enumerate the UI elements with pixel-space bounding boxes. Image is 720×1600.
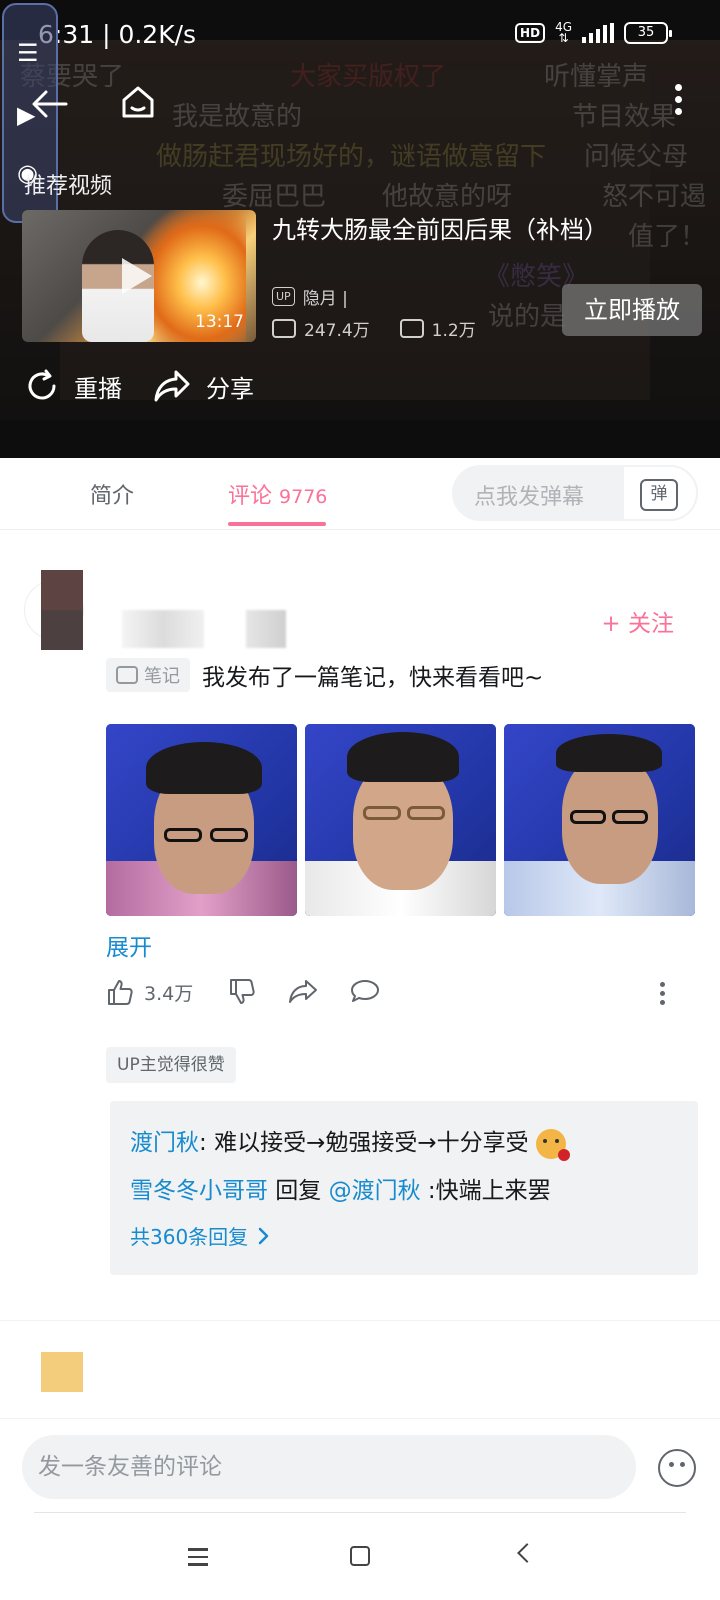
like-count: 3.4万 xyxy=(144,982,194,1005)
comment-input-bar: 发一条友善的评论 xyxy=(0,1418,720,1518)
tab-bar: 简介 评论 9776 点我发弹幕 弹 xyxy=(0,458,720,530)
emoji-icon[interactable] xyxy=(658,1449,696,1487)
replies-box[interactable]: 渡门秋: 难以接受→勉强接受→十分享受 雪冬冬小哥哥 回复 @渡门秋 :快端上来… xyxy=(110,1101,698,1275)
danmaku-count-icon xyxy=(399,319,424,338)
danmaku-tv-icon: 弹 xyxy=(640,479,678,511)
user-badge-blurred xyxy=(246,610,286,648)
recent-apps-icon[interactable] xyxy=(188,1548,208,1571)
reply-item[interactable]: 雪冬冬小哥哥 回复 @渡门秋 :快端上来罢 xyxy=(130,1171,551,1205)
reply-item[interactable]: 渡门秋: 难以接受→勉强接受→十分享受 xyxy=(130,1123,570,1161)
video-player[interactable]: 蔡要哭了 大家买版权了 听懂掌声 我是故意的 节目效果 做肠赶君现场好的，谜语做… xyxy=(0,0,720,458)
comment-images xyxy=(106,724,695,916)
reply-mention[interactable]: @渡门秋 xyxy=(329,1178,421,1204)
note-icon xyxy=(116,666,138,684)
like-button[interactable]: 3.4万 xyxy=(106,978,193,1006)
menu-icon[interactable]: ☰ xyxy=(17,39,39,67)
status-time: 6:31 | 0.2K/s xyxy=(38,20,197,49)
danmaku-count: 1.2万 xyxy=(399,316,476,341)
comment-image[interactable] xyxy=(106,724,297,916)
replay-button[interactable]: 重播 xyxy=(24,368,122,404)
comment-text: 我发布了一篇笔记，快来看看吧~ xyxy=(202,665,544,691)
comment-image[interactable] xyxy=(305,724,496,916)
view-count: 247.4万 xyxy=(272,316,370,341)
video-title[interactable]: 九转大肠最全前因后果（补档） xyxy=(272,210,608,245)
hd-icon: HD xyxy=(515,23,546,43)
chevron-right-icon xyxy=(258,1227,269,1244)
comment-bubble-icon xyxy=(351,980,379,1002)
reply-button[interactable] xyxy=(350,978,380,1004)
play-count-icon xyxy=(272,319,296,338)
recommended-video-card[interactable]: 13:17 九转大肠最全前因后果（补档） UP 隐月 | 247.4万 1.2万… xyxy=(22,210,702,342)
comment-input[interactable]: 发一条友善的评论 xyxy=(22,1435,636,1499)
comment-image[interactable] xyxy=(504,724,695,916)
replay-icon xyxy=(28,369,56,400)
signal-icon xyxy=(582,23,614,43)
tab-active-indicator xyxy=(228,522,326,526)
share-comment-button[interactable] xyxy=(288,978,318,1004)
share-icon xyxy=(289,980,317,1003)
status-bar: 6:31 | 0.2K/s HD 4G ⇅ 35 xyxy=(0,0,720,70)
share-icon xyxy=(154,370,190,402)
system-nav-bar xyxy=(0,1520,720,1600)
comment-more-icon[interactable] xyxy=(658,982,666,1009)
uploader-name: 隐月 | xyxy=(302,289,348,309)
reply-username[interactable]: 雪冬冬小哥哥 xyxy=(130,1178,268,1204)
more-options-icon[interactable] xyxy=(672,84,684,124)
play-now-button[interactable]: 立即播放 xyxy=(562,284,702,336)
network-icon: 4G ⇅ xyxy=(555,20,572,45)
video-thumbnail[interactable]: 13:17 xyxy=(22,210,256,342)
emoji-icon xyxy=(535,1128,570,1161)
uploader-info[interactable]: UP 隐月 | xyxy=(272,284,348,309)
back-arrow-icon[interactable] xyxy=(30,84,70,124)
back-nav-icon[interactable] xyxy=(517,1543,537,1563)
dislike-button[interactable] xyxy=(228,978,256,1006)
danmaku-toggle-button[interactable]: 弹 xyxy=(622,465,698,521)
home-nav-icon[interactable] xyxy=(350,1546,370,1566)
follow-button[interactable]: + 关注 xyxy=(601,604,674,638)
play-icon xyxy=(122,258,152,294)
note-tag[interactable]: 笔记 xyxy=(106,658,190,692)
tab-intro[interactable]: 简介 xyxy=(90,478,134,510)
username-blurred[interactable] xyxy=(122,610,204,648)
up-liked-badge: UP主觉得很赞 xyxy=(106,1047,236,1083)
comment-divider xyxy=(0,1320,720,1321)
thumbs-up-icon xyxy=(108,980,133,1005)
thumbs-down-icon xyxy=(230,979,255,1004)
avatar[interactable] xyxy=(41,1352,83,1392)
danmaku-input[interactable]: 点我发弹幕 xyxy=(474,479,584,511)
danmaku-send-box[interactable]: 点我发弹幕 弹 xyxy=(452,465,698,521)
avatar[interactable] xyxy=(41,570,83,650)
share-button[interactable]: 分享 xyxy=(152,368,254,404)
battery-icon: 35 xyxy=(624,22,672,44)
comment-item: + 关注 笔记 我发布了一篇笔记，快来看看吧~ 展开 3.4万 UP主觉得很赞 … xyxy=(0,560,720,1320)
reply-username[interactable]: 渡门秋 xyxy=(130,1130,199,1156)
video-duration: 13:17 xyxy=(195,312,244,332)
home-icon[interactable] xyxy=(118,82,158,122)
recommend-label: 推荐视频 xyxy=(24,174,113,199)
expand-link[interactable]: 展开 xyxy=(106,928,152,962)
tab-comments[interactable]: 评论 9776 xyxy=(228,478,327,510)
up-badge: UP xyxy=(272,287,295,306)
view-all-replies-link[interactable]: 共360条回复 xyxy=(130,1221,270,1250)
